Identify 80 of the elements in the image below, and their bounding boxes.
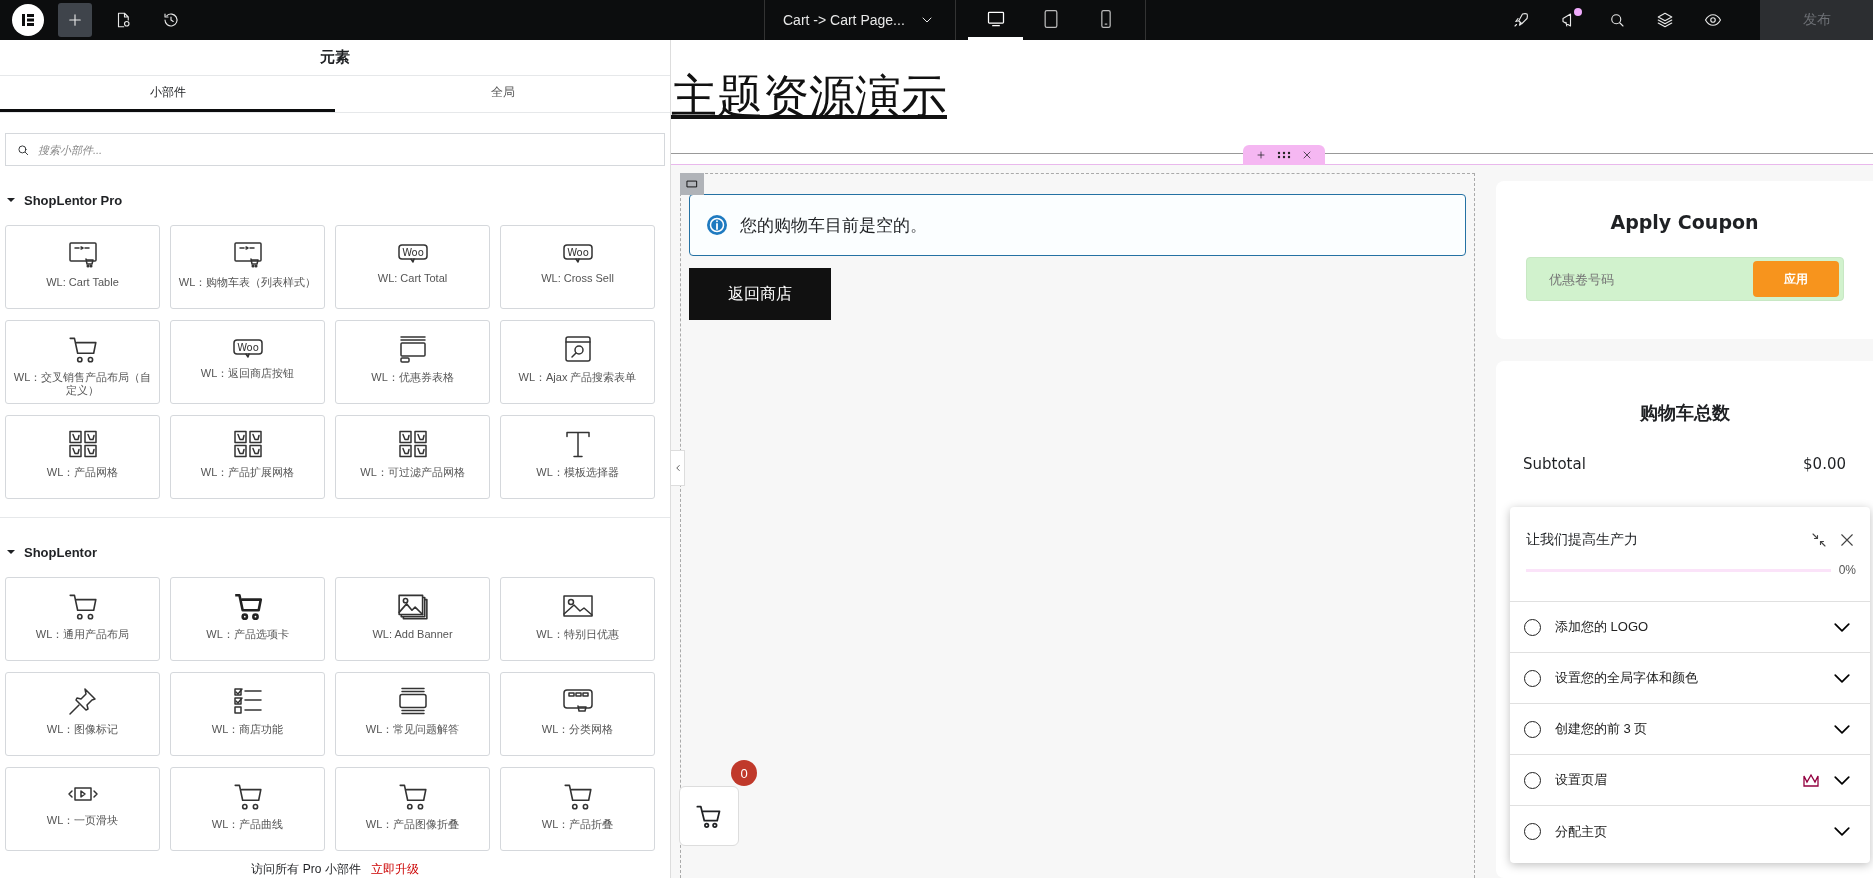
- cart-totals-title: 购物车总数: [1638, 401, 1731, 425]
- checklist-item[interactable]: 设置您的全局字体和颜色: [1510, 653, 1870, 704]
- widget-card[interactable]: WL：交叉销售产品布局（自定义）: [5, 320, 160, 404]
- cart-count-badge: 0: [731, 760, 757, 786]
- coupon-title: Apply Coupon: [1610, 211, 1759, 233]
- floating-cart-button[interactable]: [679, 786, 739, 846]
- product-grid-icon: [396, 428, 429, 460]
- widget-card[interactable]: Woo WL：返回商店按钮: [170, 320, 325, 404]
- add-button[interactable]: [58, 3, 92, 37]
- checklist-title: 让我们提高生产力: [1526, 531, 1639, 549]
- search-icon: [1608, 11, 1626, 29]
- accordion-icon: [396, 685, 429, 717]
- widget-card[interactable]: WL：模板选择器: [500, 415, 655, 499]
- chevron-down-icon: [1834, 673, 1850, 683]
- widget-card[interactable]: WL：特别日优惠: [500, 577, 655, 661]
- rocket-icon: [1512, 11, 1530, 29]
- widget-card[interactable]: WL：产品曲线: [170, 767, 325, 851]
- notice-text: 您的购物车目前是空的。: [740, 214, 927, 237]
- checklist-item[interactable]: 添加您的 LOGO: [1510, 602, 1870, 653]
- checklist-item[interactable]: 创建您的前 3 页: [1510, 704, 1870, 755]
- panel-tab[interactable]: 全局: [335, 76, 670, 112]
- logo[interactable]: [12, 4, 44, 36]
- close-icon: [1838, 531, 1856, 549]
- plus-icon: [1255, 149, 1267, 161]
- widget-card[interactable]: WL：商店功能: [170, 672, 325, 756]
- column-icon: [685, 177, 699, 191]
- section-handle[interactable]: [1243, 145, 1325, 165]
- return-to-shop-button[interactable]: 返回商店: [689, 268, 831, 320]
- product-grid-icon: [231, 428, 264, 460]
- checklist-item[interactable]: 分配主页: [1510, 806, 1870, 857]
- totals-label: Subtotal: [1523, 455, 1586, 473]
- chevron-down-icon: [1834, 775, 1850, 785]
- info-icon: [706, 214, 728, 236]
- search-field[interactable]: 搜索小部件...: [5, 133, 665, 166]
- widget-card[interactable]: WL：产品网格: [5, 415, 160, 499]
- plus-icon: [66, 11, 84, 29]
- close-icon: [1301, 149, 1313, 161]
- widget-card[interactable]: WL：产品折叠: [500, 767, 655, 851]
- widget-card[interactable]: Woo WL: Cross Sell: [500, 225, 655, 309]
- pushpin-icon: [66, 685, 99, 717]
- widget-card[interactable]: WL：一页滑块: [5, 767, 160, 851]
- checklist-icon: [231, 685, 264, 717]
- chevron-down-icon: [1834, 827, 1850, 836]
- widget-card[interactable]: WL: Add Banner: [335, 577, 490, 661]
- chevron-down-icon: [1834, 622, 1850, 632]
- layers-icon: [1656, 11, 1674, 29]
- minimize-icon: [1810, 531, 1828, 549]
- panel-title: 元素: [0, 40, 670, 76]
- upgrade-note: 访问所有 Pro 小部件 立即升级: [250, 861, 420, 878]
- widget-card[interactable]: WL：产品选项卡: [170, 577, 325, 661]
- widget-card[interactable]: WL：购物车表（列表样式）: [170, 225, 325, 309]
- totals-value: $0.00: [1803, 455, 1846, 473]
- widget-card[interactable]: WL：通用产品布局: [5, 577, 160, 661]
- checklist-item[interactable]: 设置页眉: [1510, 755, 1870, 806]
- chevron-down-icon: [1834, 724, 1850, 734]
- history-icon: [162, 11, 180, 29]
- minimize-button[interactable]: [1810, 531, 1828, 549]
- widget-card[interactable]: WL：分类网格: [500, 672, 655, 756]
- eye-icon: [1704, 11, 1722, 29]
- panel-tab[interactable]: 小部件: [0, 76, 335, 112]
- progress-reading: 0%: [1838, 563, 1856, 577]
- close-button[interactable]: [1838, 531, 1856, 549]
- widget-card[interactable]: WL：图像标记: [5, 672, 160, 756]
- caret-icon: [6, 547, 16, 557]
- section-header[interactable]: ShopLentor Pro: [0, 175, 670, 225]
- section-header[interactable]: ShopLentor: [0, 527, 670, 577]
- widget-card[interactable]: WL：产品扩展网格: [170, 415, 325, 499]
- search-icon: [16, 143, 30, 157]
- widget-card[interactable]: WL：Ajax 产品搜索表单: [500, 320, 655, 404]
- drag-handle-icon: [1277, 151, 1291, 159]
- widget-card[interactable]: WL：常见问题解答: [335, 672, 490, 756]
- widget-card[interactable]: WL：可过滤产品网格: [335, 415, 490, 499]
- widget-card[interactable]: WL: Cart Table: [5, 225, 160, 309]
- column-handle[interactable]: [680, 173, 704, 195]
- widget-card[interactable]: WL：产品图像折叠: [335, 767, 490, 851]
- widget-card[interactable]: WL：优惠券表格: [335, 320, 490, 404]
- caret-icon: [6, 195, 16, 205]
- product-grid-icon: [66, 428, 99, 460]
- upgrade-link[interactable]: 立即升级: [370, 862, 419, 876]
- widget-card[interactable]: Woo WL: Cart Total: [335, 225, 490, 309]
